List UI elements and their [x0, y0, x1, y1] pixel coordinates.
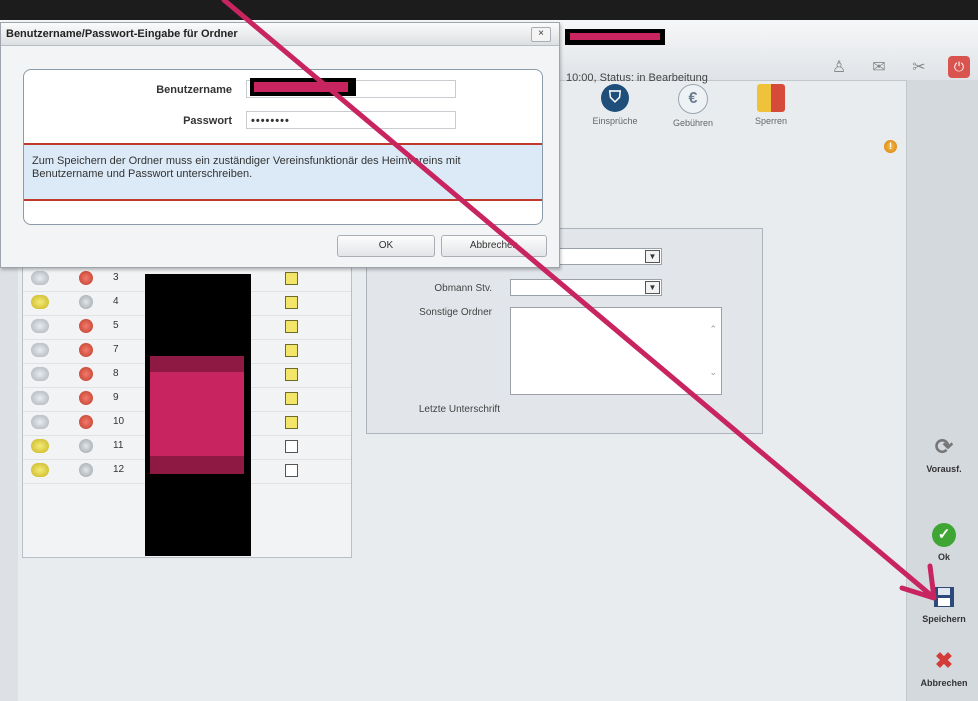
ok-button[interactable]: ✓ Ok	[911, 520, 977, 562]
row-checkbox[interactable]	[285, 392, 298, 405]
username-label: Benutzername	[156, 84, 232, 96]
row-checkbox[interactable]	[285, 464, 298, 477]
speichern-button[interactable]: Speichern	[911, 582, 977, 624]
row-number: 4	[113, 296, 119, 307]
message-text: Zum Speichern der Ordner muss ein zustän…	[32, 155, 461, 180]
status-icon	[31, 271, 49, 285]
warning-icon[interactable]: !	[884, 140, 897, 153]
row-checkbox[interactable]	[285, 272, 298, 285]
action-sidebar: ⟳ Vorausf. ✓ Ok Speichern ✖ Abbrechen	[906, 80, 978, 701]
toolbar-label: Sperren	[754, 116, 788, 126]
status-icon	[31, 319, 49, 333]
dialog-ok-button[interactable]: OK	[337, 235, 435, 257]
row-number: 9	[113, 392, 119, 403]
close-button[interactable]: ×	[531, 27, 551, 42]
row-checkbox[interactable]	[285, 440, 298, 453]
row-number: 7	[113, 344, 119, 355]
redaction-bar	[565, 29, 665, 45]
row-number: 8	[113, 368, 119, 379]
letzte-unterschrift-label: Letzte Unterschrift	[418, 404, 500, 415]
row-number: 5	[113, 320, 119, 331]
row-checkbox[interactable]	[285, 368, 298, 381]
signature-message: Zum Speichern der Ordner muss ein zustän…	[24, 143, 542, 201]
row-number: 11	[113, 440, 124, 451]
flag-icon	[79, 391, 93, 405]
vorausfuellen-label: Vorausf.	[926, 464, 962, 474]
status-icon	[31, 415, 49, 429]
checkmark-icon: ✓	[929, 520, 959, 550]
ok-label: Ok	[937, 552, 950, 562]
abbrechen-label: Abbrechen	[920, 678, 968, 688]
status-icon	[31, 391, 49, 405]
toolbar-item-gebuehren[interactable]: € Gebühren	[658, 84, 728, 128]
password-field[interactable]: ••••••••	[246, 111, 456, 129]
user-icon[interactable]: ♙	[828, 56, 850, 78]
row-checkbox[interactable]	[285, 416, 298, 429]
toolbar-item-einsprueche[interactable]: ⛉ Einsprüche	[580, 84, 650, 126]
speichern-label: Speichern	[922, 614, 966, 624]
refresh-icon: ⟳	[934, 434, 954, 459]
status-icon	[31, 295, 49, 309]
euro-icon: €	[678, 84, 708, 114]
scroll-up-icon[interactable]: ⌃	[709, 324, 717, 335]
flag-icon	[79, 295, 93, 309]
toolbar-label: Einsprüche	[592, 116, 638, 126]
row-number: 10	[113, 416, 125, 427]
vorausfuellen-button[interactable]: ⟳ Vorausf.	[911, 432, 977, 474]
row-checkbox[interactable]	[285, 320, 298, 333]
status-icon	[31, 367, 49, 381]
cards-icon: ▰	[757, 84, 785, 112]
shield-icon: ⛉	[601, 84, 629, 112]
dialog-titlebar: Benutzername/Passwort-Eingabe für Ordner…	[1, 23, 559, 46]
cancel-x-icon: ✖	[934, 648, 954, 673]
flag-icon	[79, 367, 93, 381]
flag-icon	[79, 319, 93, 333]
mail-icon[interactable]: ✉	[868, 56, 890, 78]
toolbar-item-sperren[interactable]: ▰ Sperren	[736, 84, 806, 126]
row-checkbox[interactable]	[285, 296, 298, 309]
status-icon	[31, 463, 49, 477]
sonstige-ordner-label: Sonstige Ordner	[419, 307, 492, 318]
chevron-down-icon: ▼	[645, 250, 660, 263]
header-icons: ♙ ✉ ✂ ⏻	[828, 56, 970, 78]
login-dialog: Benutzername/Passwort-Eingabe für Ordner…	[0, 22, 560, 268]
dialog-title: Benutzername/Passwort-Eingabe für Ordner	[6, 28, 238, 40]
flag-icon	[79, 439, 93, 453]
sonstige-ordner-textarea[interactable]: ⌃ ⌄	[510, 307, 722, 395]
password-label: Passwort	[183, 115, 232, 127]
redaction-highlight	[150, 356, 244, 474]
status-icon	[31, 439, 49, 453]
row-number: 3	[113, 272, 119, 283]
row-number: 12	[113, 464, 125, 475]
flag-icon	[79, 271, 93, 285]
row-checkbox[interactable]	[285, 344, 298, 357]
obmann-stv-label: Obmann Stv.	[434, 283, 492, 294]
module-toolbar: ⛉ Einsprüche € Gebühren ▰ Sperren	[560, 80, 900, 138]
power-icon[interactable]: ⏻	[948, 56, 970, 78]
dialog-cancel-button[interactable]: Abbrechen	[441, 235, 547, 257]
scroll-down-icon[interactable]: ⌄	[709, 367, 717, 378]
top-black-bar	[0, 0, 978, 20]
flag-icon	[79, 343, 93, 357]
status-icon	[31, 343, 49, 357]
obmann-stv-select[interactable]: ▼	[510, 279, 662, 296]
flag-icon	[79, 415, 93, 429]
tools-icon[interactable]: ✂	[908, 56, 930, 78]
save-icon	[929, 582, 959, 612]
chevron-down-icon: ▼	[645, 281, 660, 294]
abbrechen-button[interactable]: ✖ Abbrechen	[911, 646, 977, 688]
username-redaction	[250, 78, 356, 96]
toolbar-label: Gebühren	[672, 118, 714, 128]
flag-icon	[79, 463, 93, 477]
